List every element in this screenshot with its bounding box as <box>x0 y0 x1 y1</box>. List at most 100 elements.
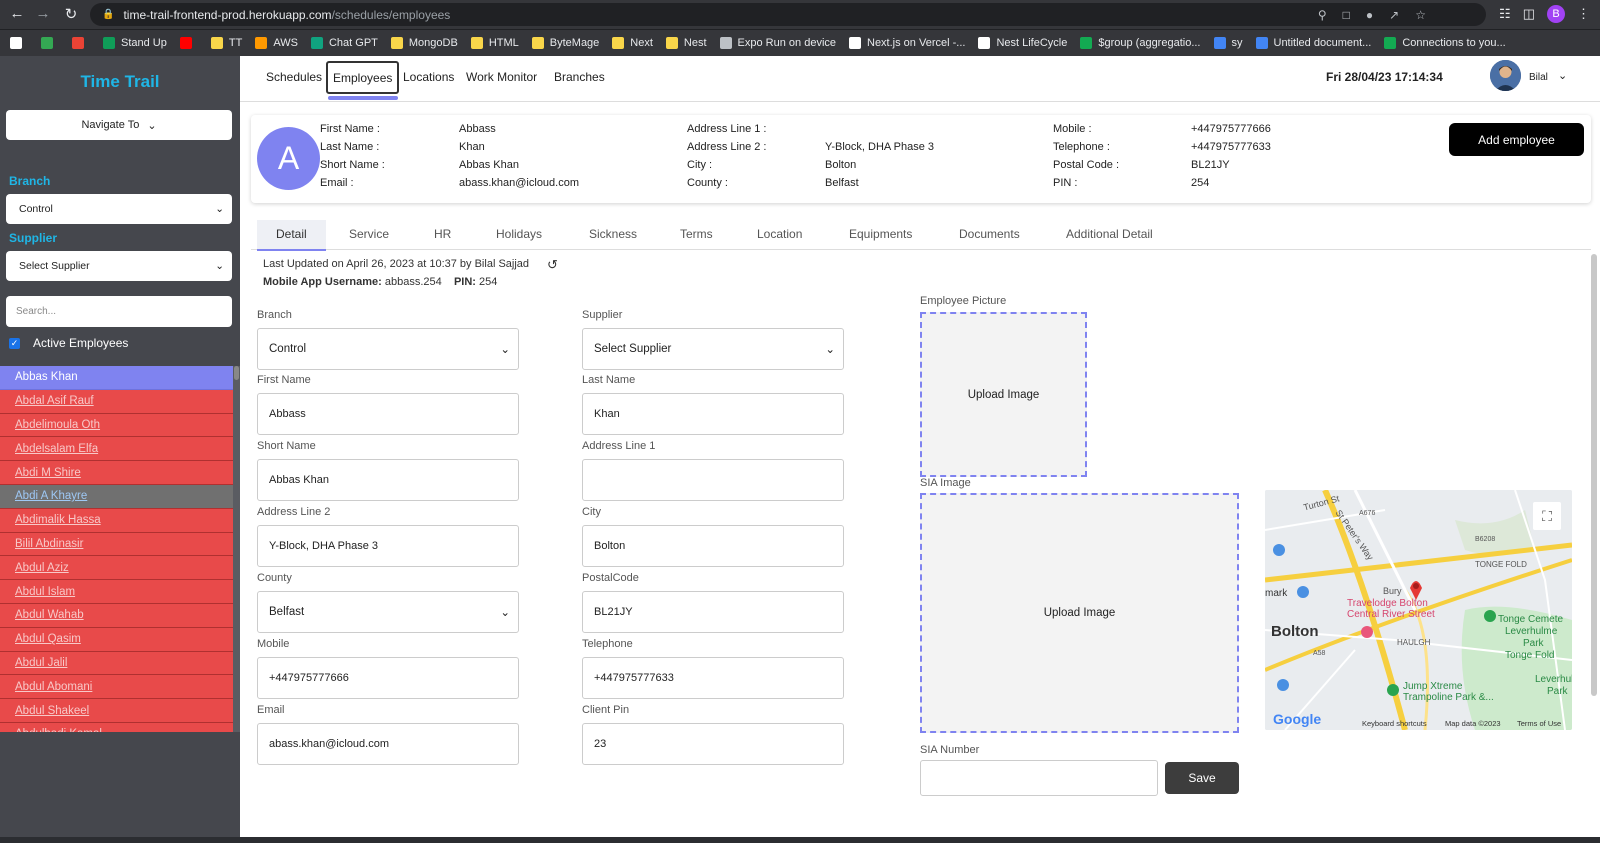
share-icon[interactable]: ↗ <box>1389 8 1399 22</box>
city-field[interactable]: Bolton <box>582 525 844 567</box>
employee-list-item[interactable]: Abbas Khan <box>0 366 233 390</box>
fullscreen-icon[interactable]: ⛶ <box>1533 502 1561 530</box>
extensions-icon[interactable]: ☷ <box>1499 6 1511 22</box>
employee-picture-upload[interactable]: Upload Image <box>920 312 1087 477</box>
county-field[interactable]: Belfast ⌄ <box>257 591 519 633</box>
sia-image-upload[interactable]: Upload Image <box>920 493 1239 733</box>
employee-list-item[interactable]: Abdul Jalil <box>0 651 233 676</box>
employee-list-item[interactable]: Abdi A Khayre <box>0 484 233 509</box>
email-field[interactable]: abass.khan@icloud.com <box>257 723 519 765</box>
tab-service[interactable]: Service <box>349 227 389 241</box>
map-shortcuts-link[interactable]: Keyboard shortcuts <box>1362 719 1427 728</box>
nav-work-monitor[interactable]: Work Monitor <box>466 70 537 84</box>
bookmark-item[interactable]: Next.js on Vercel -... <box>849 37 965 49</box>
bookmark-item[interactable]: Next <box>612 37 653 49</box>
tab-terms[interactable]: Terms <box>680 227 713 241</box>
tab-hr[interactable]: HR <box>434 227 451 241</box>
chevron-down-icon[interactable]: ⌄ <box>1558 69 1567 82</box>
bookmark-item[interactable]: Chat GPT <box>310 37 378 49</box>
sia-number-field[interactable] <box>920 760 1158 796</box>
employee-list-item[interactable]: Abdulhadi Kamal <box>0 722 233 732</box>
tab-sickness[interactable]: Sickness <box>589 227 637 241</box>
bookmark-item[interactable]: Expo Run on device <box>719 37 836 49</box>
location-icon[interactable]: ● <box>1366 8 1373 22</box>
checkbox-icon[interactable]: ✓ <box>9 337 20 349</box>
client-pin-field[interactable]: 23 <box>582 723 844 765</box>
bookmark-item[interactable]: Connections to you... <box>1384 37 1506 49</box>
supplier-field[interactable]: Select Supplier ⌄ <box>582 328 844 370</box>
key-icon[interactable]: ⚲ <box>1318 8 1327 22</box>
bookmark-item[interactable]: TT <box>210 37 243 49</box>
employee-list-item[interactable]: Abdelimoula Oth <box>0 413 233 438</box>
active-employees-label: Active Employees <box>33 336 129 350</box>
nav-employees[interactable]: Employees <box>326 61 400 94</box>
employee-list-item[interactable]: Abdul Abomani <box>0 675 233 700</box>
map-terms-link[interactable]: Terms of Use <box>1517 719 1561 728</box>
tab-additional-detail[interactable]: Additional Detail <box>1066 227 1153 241</box>
bookmark-item[interactable]: Nest <box>665 37 707 49</box>
sidepanel-icon[interactable]: ◫ <box>1523 6 1535 22</box>
add-employee-button[interactable]: Add employee <box>1449 123 1584 156</box>
mobile-field[interactable]: +447975777666 <box>257 657 519 699</box>
profile-avatar[interactable]: B <box>1547 5 1565 23</box>
bookmark-item[interactable]: sy <box>1213 37 1243 49</box>
last-name-field[interactable]: Khan <box>582 393 844 435</box>
tab-holidays[interactable]: Holidays <box>496 227 542 241</box>
employee-list-item[interactable]: Abdul Shakeel <box>0 699 233 723</box>
employee-list-item[interactable]: Abdal Asif Rauf <box>0 389 233 414</box>
bookmark-item[interactable]: $group (aggregatio... <box>1080 37 1201 49</box>
employee-list-item[interactable]: Abdul Islam <box>0 580 233 604</box>
bookmark-item[interactable]: Untitled document... <box>1255 37 1371 49</box>
employee-list-item[interactable]: Bilil Abdinasir <box>0 532 233 557</box>
forward-icon[interactable]: → <box>28 5 58 22</box>
employee-list-item[interactable]: Abdul Aziz <box>0 556 233 581</box>
navigate-to-button[interactable]: Navigate To ⌄ <box>6 110 232 140</box>
bookmark-item[interactable]: MongoDB <box>390 37 458 49</box>
postal-field[interactable]: BL21JY <box>582 591 844 633</box>
tab-documents[interactable]: Documents <box>959 227 1020 241</box>
menu-icon[interactable]: ⋮ <box>1577 6 1590 22</box>
first-name-field[interactable]: Abbass <box>257 393 519 435</box>
star-icon[interactable]: ☆ <box>1415 8 1426 22</box>
bookmark-item[interactable] <box>72 37 90 49</box>
short-name-field[interactable]: Abbas Khan <box>257 459 519 501</box>
user-avatar[interactable] <box>1490 60 1521 91</box>
employee-list-scrollbar[interactable] <box>233 366 240 732</box>
reload-icon[interactable]: ↻ <box>56 5 86 23</box>
nav-branches[interactable]: Branches <box>554 70 605 84</box>
tab-location[interactable]: Location <box>757 227 802 241</box>
install-icon[interactable]: □ <box>1343 8 1350 22</box>
branch-field[interactable]: Control ⌄ <box>257 328 519 370</box>
bookmark-item[interactable]: Stand Up <box>103 37 167 49</box>
address2-field[interactable]: Y-Block, DHA Phase 3 <box>257 525 519 567</box>
bookmark-item[interactable] <box>10 37 28 49</box>
location-map[interactable]: Turton St St Peter's Way Bury Travelodge… <box>1265 490 1572 730</box>
nav-schedules[interactable]: Schedules <box>266 70 322 84</box>
tab-equipments[interactable]: Equipments <box>849 227 912 241</box>
telephone-field[interactable]: +447975777633 <box>582 657 844 699</box>
bookmark-item[interactable]: AWS <box>255 37 298 49</box>
employee-list-item[interactable]: Abdi M Shire <box>0 461 233 485</box>
bookmark-item[interactable] <box>41 37 59 49</box>
user-name[interactable]: Bilal <box>1529 72 1548 83</box>
active-employees-toggle[interactable]: ✓ Active Employees <box>9 336 128 350</box>
branch-select[interactable]: Control ⌄ <box>6 194 232 224</box>
supplier-select[interactable]: Select Supplier ⌄ <box>6 251 232 281</box>
employee-list-item[interactable]: Abdul Qasim <box>0 627 233 652</box>
bookmark-item[interactable]: ByteMage <box>531 37 599 49</box>
page-scrollbar[interactable] <box>1591 254 1597 696</box>
save-button[interactable]: Save <box>1165 762 1239 794</box>
bookmark-item[interactable] <box>179 37 198 49</box>
search-input[interactable]: Search... <box>6 296 232 327</box>
address-bar[interactable]: 🔒 time-trail-frontend-prod.herokuapp.com… <box>90 3 1486 26</box>
address1-field[interactable] <box>582 459 844 501</box>
bookmark-item[interactable]: Nest LifeCycle <box>978 37 1067 49</box>
tab-detail[interactable]: Detail <box>257 220 326 251</box>
employee-list-item[interactable]: Abdul Wahab <box>0 603 233 628</box>
nav-locations[interactable]: Locations <box>403 70 454 84</box>
bookmark-item[interactable]: HTML <box>470 37 519 49</box>
bookmark-label: TT <box>228 37 243 49</box>
employee-list-item[interactable]: Abdimalik Hassa <box>0 508 233 533</box>
history-icon[interactable]: ↺ <box>547 257 558 273</box>
employee-list-item[interactable]: Abdelsalam Elfa <box>0 437 233 462</box>
